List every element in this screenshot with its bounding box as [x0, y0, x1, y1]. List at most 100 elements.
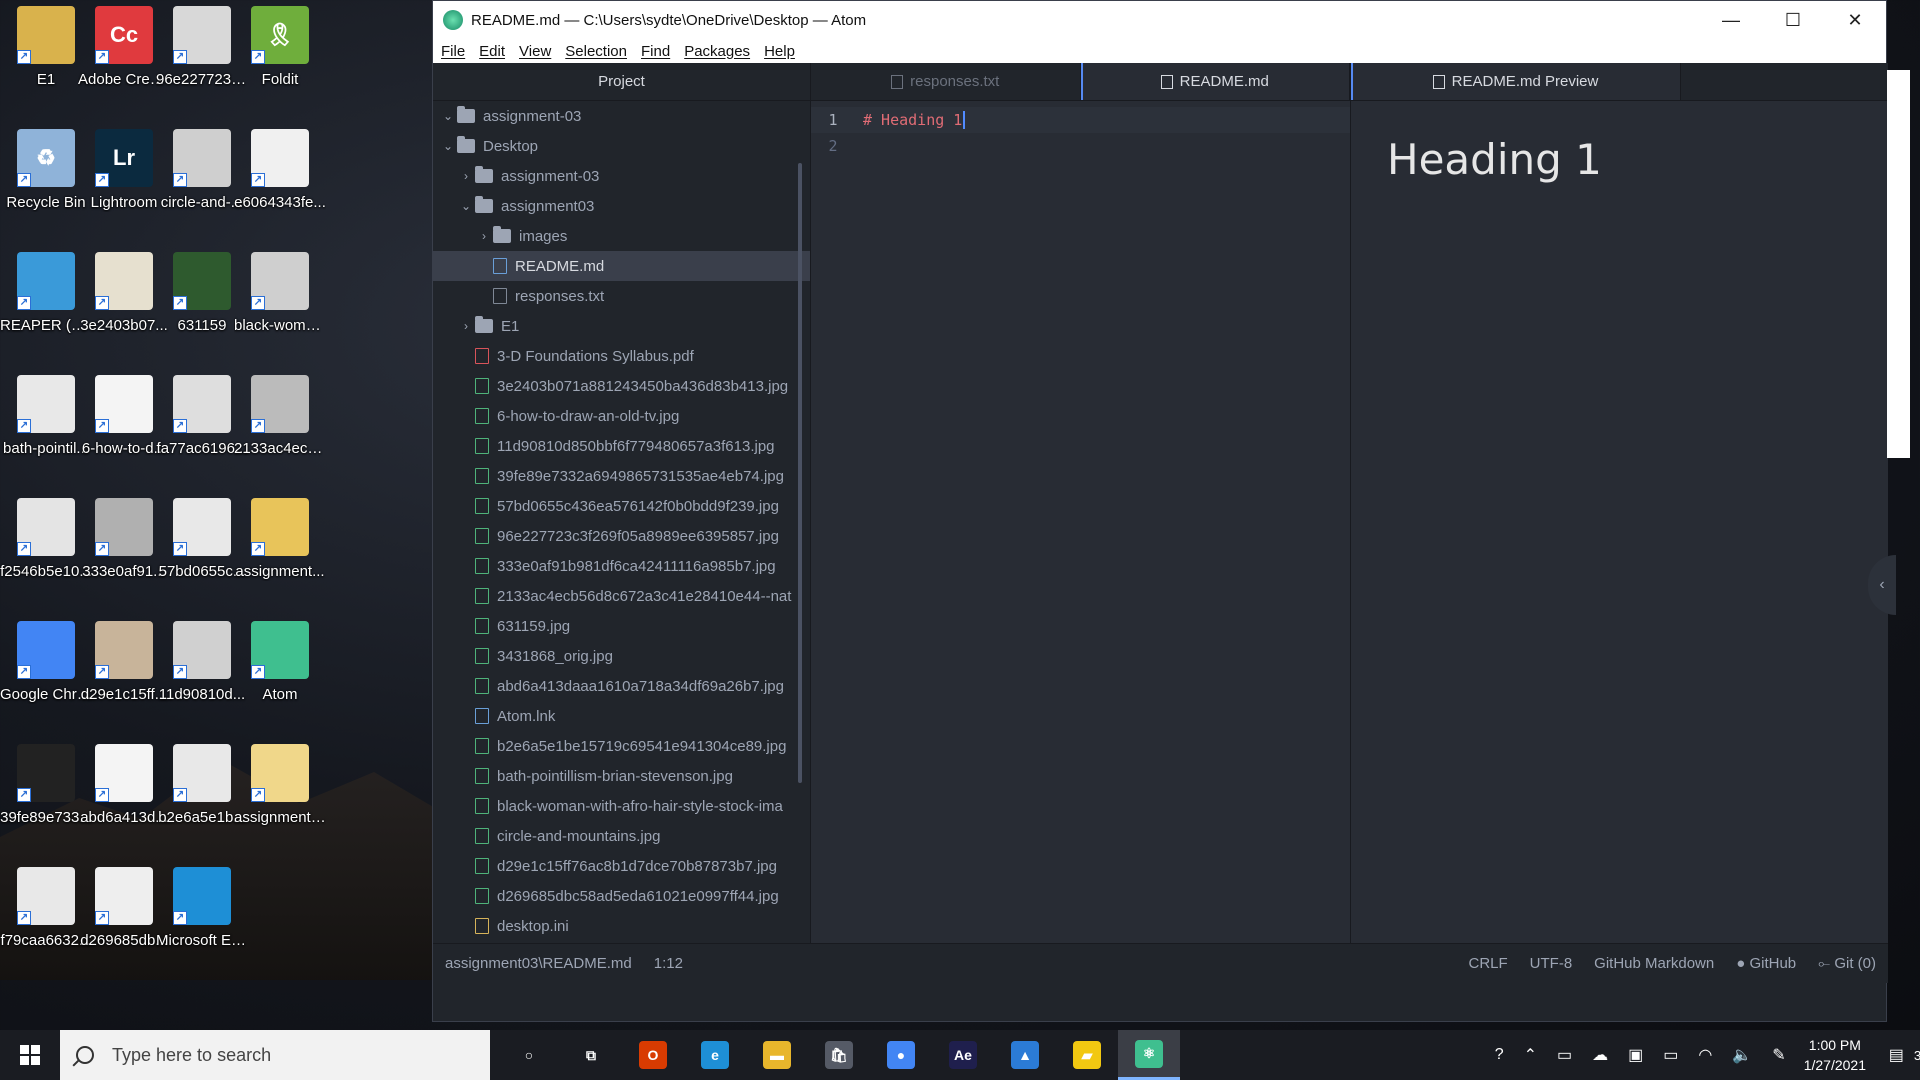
status-file-path[interactable]: assignment03\README.md [445, 955, 632, 972]
desktop-icon[interactable]: 🎗 ↗ Foldit [234, 6, 326, 89]
code-editor[interactable]: 1 # Heading 1 2 [811, 101, 1350, 159]
tab-responses-txt[interactable]: responses.txt [811, 63, 1081, 100]
tab-readme-md[interactable]: README.md [1080, 63, 1350, 100]
tree-folder[interactable]: ⌄ assignment-03 [433, 101, 810, 131]
menu-item-help[interactable]: Help [764, 43, 795, 60]
tree-file[interactable]: 39fe89e7332a6949865731535ae4eb74.jpg [433, 461, 810, 491]
taskbar-store-button[interactable]: 🛍 [808, 1030, 870, 1080]
volume-icon[interactable]: 🔈 [1732, 1045, 1752, 1065]
img-file-icon [475, 378, 489, 394]
maximize-button[interactable]: ☐ [1762, 1, 1824, 39]
taskbar-atom-button[interactable]: ⚛ [1118, 1030, 1180, 1080]
tree-file[interactable]: Atom.lnk [433, 701, 810, 731]
img-file-icon [475, 558, 489, 574]
help-icon[interactable]: ? [1495, 1046, 1504, 1064]
minimize-button[interactable]: — [1700, 1, 1762, 39]
dock-toggle-button[interactable]: ‹ [1868, 555, 1896, 615]
tree-folder[interactable]: ⌄ assignment03 [433, 191, 810, 221]
desktop-icon[interactable]: ↗ Atom [234, 621, 326, 704]
img-file-icon [475, 738, 489, 754]
tree-header[interactable]: Project [433, 63, 810, 101]
taskbar-task-view-button[interactable]: ⧉ [560, 1030, 622, 1080]
status-line-ending[interactable]: CRLF [1469, 955, 1508, 972]
status-encoding[interactable]: UTF-8 [1530, 955, 1573, 972]
taskbar-photos-button[interactable]: ▲ [994, 1030, 1056, 1080]
chevron-right-icon: › [464, 169, 468, 183]
taskbar-chrome-button[interactable]: ● [870, 1030, 932, 1080]
wifi-icon[interactable]: ◠ [1698, 1045, 1712, 1065]
tab-readme-preview[interactable]: README.md Preview [1351, 63, 1681, 100]
status-grammar[interactable]: GitHub Markdown [1594, 955, 1714, 972]
tree-folder[interactable]: ⌄ Desktop [433, 131, 810, 161]
window-controls: — ☐ ✕ [1700, 1, 1886, 39]
taskbar-file-explorer-button[interactable]: ▬ [746, 1030, 808, 1080]
tree-file[interactable]: 3431868_orig.jpg [433, 641, 810, 671]
pen-icon[interactable]: ✎ [1772, 1045, 1785, 1065]
desktop-icon[interactable]: ↗ e6064343fe... [234, 129, 326, 212]
shortcut-arrow-icon: ↗ [251, 665, 265, 679]
taskbar-office-button[interactable]: O [622, 1030, 684, 1080]
display-icon[interactable]: ▣ [1628, 1045, 1643, 1065]
markdown-icon [1432, 74, 1445, 89]
tree-file[interactable]: abd6a413daaa1610a718a34df69a26b7.jpg [433, 671, 810, 701]
tree-file[interactable]: 333e0af91b981df6ca42411116a985b7.jpg [433, 551, 810, 581]
taskbar-search[interactable]: Type here to search [60, 1030, 490, 1080]
tree-file[interactable]: 11d90810d850bbf6f779480657a3f613.jpg [433, 431, 810, 461]
tree-file[interactable]: bath-pointillism-brian-stevenson.jpg [433, 761, 810, 791]
taskbar-edge-button[interactable]: e [684, 1030, 746, 1080]
desktop-icon[interactable]: ↗ black-woma... [234, 252, 326, 335]
tree-folder[interactable]: › E1 [433, 311, 810, 341]
status-github[interactable]: ● GitHub [1736, 955, 1796, 972]
desktop-icon[interactable]: ↗ Microsoft Edge [156, 867, 248, 950]
tree-file[interactable]: desktop.ini [433, 911, 810, 941]
title-bar[interactable]: README.md — C:\Users\sydte\OneDrive\Desk… [433, 1, 1886, 39]
notification-button[interactable]: ▤ 3 [1880, 1045, 1920, 1065]
tree-file[interactable]: d29e1c15ff76ac8b1d7dce70b87873b7.jpg [433, 851, 810, 881]
meet-now-icon[interactable]: ▭ [1557, 1045, 1572, 1065]
tree-file[interactable]: 6-how-to-draw-an-old-tv.jpg [433, 401, 810, 431]
tree-file[interactable]: 631159.jpg [433, 611, 810, 641]
battery-icon[interactable]: ▭ [1663, 1045, 1678, 1065]
desktop-icon[interactable]: ↗ 2133ac4ecb... [234, 375, 326, 458]
tree-item-label: 57bd0655c436ea576142f0b0bdd9f239.jpg [497, 497, 779, 515]
tree-file[interactable]: README.md [433, 251, 810, 281]
tree-file[interactable]: 3-D Foundations Syllabus.pdf [433, 341, 810, 371]
tree-file[interactable]: 57bd0655c436ea576142f0b0bdd9f239.jpg [433, 491, 810, 521]
menu-item-file[interactable]: File [441, 43, 465, 60]
tree-scrollbar[interactable] [798, 163, 802, 783]
tree-file[interactable]: responses.txt [433, 281, 810, 311]
desktop-icon-image: Lr ↗ [95, 129, 153, 187]
status-cursor-position[interactable]: 1:12 [654, 955, 683, 972]
menu-item-edit[interactable]: Edit [479, 43, 505, 60]
start-button[interactable] [0, 1030, 60, 1080]
menu-item-selection[interactable]: Selection [565, 43, 627, 60]
tree-file[interactable]: 96e227723c3f269f05a8989ee6395857.jpg [433, 521, 810, 551]
tree-folder[interactable]: › assignment-03 [433, 161, 810, 191]
menu-item-find[interactable]: Find [641, 43, 670, 60]
close-button[interactable]: ✕ [1824, 1, 1886, 39]
shortcut-arrow-icon: ↗ [173, 50, 187, 64]
menu-item-view[interactable]: View [519, 43, 551, 60]
tree-file[interactable]: d269685dbc58ad5eda61021e0997ff44.jpg [433, 881, 810, 911]
onedrive-icon[interactable]: ☁ [1592, 1045, 1608, 1065]
desktop-icon-image: ↗ [95, 375, 153, 433]
status-git[interactable]: ⟜ Git (0) [1818, 955, 1876, 972]
shortcut-arrow-icon: ↗ [251, 419, 265, 433]
tree-file[interactable]: 2133ac4ecb56d8c672a3c41e28410e44--nat [433, 581, 810, 611]
tree-file[interactable]: circle-and-mountains.jpg [433, 821, 810, 851]
tree-file[interactable]: black-woman-with-afro-hair-style-stock-i… [433, 791, 810, 821]
taskbar-sticky-notes-button[interactable]: ▰ [1056, 1030, 1118, 1080]
desktop-icon[interactable]: ↗ assignment03 [234, 744, 326, 827]
tree-file[interactable]: b2e6a5e1be15719c69541e941304ce89.jpg [433, 731, 810, 761]
tree-folder[interactable]: › images [433, 221, 810, 251]
chevron-up-icon[interactable]: ⌃ [1524, 1045, 1537, 1065]
clock[interactable]: 1:00 PM 1/27/2021 [1804, 1035, 1866, 1075]
menu-item-packages[interactable]: Packages [684, 43, 750, 60]
ini-file-icon [475, 918, 489, 934]
editor-pane: responses.txt README.md 1 # Heading 1 2 [811, 63, 1351, 983]
workspace: Project ⌄ assignment-03 ⌄ Desktop › assignmen… [433, 63, 1896, 983]
tree-file[interactable]: 3e2403b071a881243450ba436d83b413.jpg [433, 371, 810, 401]
taskbar-after-effects-button[interactable]: Ae [932, 1030, 994, 1080]
desktop-icon[interactable]: ↗ assignment... [234, 498, 326, 581]
taskbar-cortana-button[interactable]: ○ [498, 1030, 560, 1080]
